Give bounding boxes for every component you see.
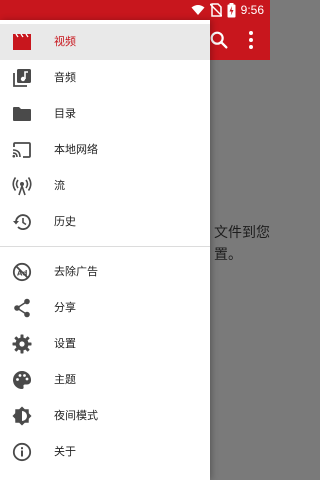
no-ads-icon: Ad [12, 262, 32, 282]
cast-icon [12, 140, 32, 160]
wifi-icon [191, 5, 205, 15]
palette-icon [12, 370, 32, 390]
drawer-item-theme[interactable]: 主题 [0, 362, 210, 398]
night-mode-icon [12, 406, 32, 426]
drawer-item-label: 去除广告 [54, 265, 98, 278]
background-message-line2: 置。 [214, 247, 242, 263]
status-bar: 9:56 [0, 0, 270, 20]
background-message-line1: 文件到您 [214, 225, 270, 241]
drawer-item-label: 历史 [54, 215, 76, 228]
status-icons: 9:56 [191, 2, 264, 18]
drawer-item-audio[interactable]: 音频 [0, 60, 210, 96]
background-message: 文件到您 置。 [214, 222, 270, 266]
drawer-item-label: 本地网络 [54, 143, 98, 156]
history-icon [12, 212, 32, 232]
drawer-item-label: 音频 [54, 71, 76, 84]
svg-text:Ad: Ad [17, 270, 27, 278]
folder-icon [12, 104, 32, 124]
video-clapper-icon [12, 32, 32, 52]
drawer-item-settings[interactable]: 设置 [0, 326, 210, 362]
drawer-item-label: 设置 [54, 337, 76, 350]
drawer-item-remove-ads[interactable]: Ad 去除广告 [0, 254, 210, 290]
drawer-item-directories[interactable]: 目录 [0, 96, 210, 132]
info-icon [12, 442, 32, 462]
drawer-item-video[interactable]: 视频 [0, 24, 210, 60]
more-vert-icon[interactable] [248, 30, 254, 50]
drawer-item-label: 夜间模式 [54, 409, 98, 422]
drawer-item-history[interactable]: 历史 [0, 204, 210, 240]
drawer-item-share[interactable]: 分享 [0, 290, 210, 326]
drawer-item-stream[interactable]: 流 [0, 168, 210, 204]
drawer-item-label: 关于 [54, 445, 76, 458]
search-icon[interactable] [208, 29, 230, 51]
no-sim-icon [209, 3, 222, 17]
drawer-item-label: 分享 [54, 301, 76, 314]
settings-gear-icon [12, 334, 32, 354]
navigation-drawer: 视频 音频 目录 本地网络 流 历史 Ad 去除广告 分享 设置 主题 夜间模式… [0, 20, 210, 480]
battery-charging-icon [227, 2, 236, 17]
drawer-divider [0, 246, 210, 247]
drawer-item-about[interactable]: 关于 [0, 434, 210, 470]
audio-library-icon [12, 68, 32, 88]
drawer-item-label: 主题 [54, 373, 76, 386]
status-time: 9:56 [240, 3, 264, 17]
drawer-item-label: 目录 [54, 107, 76, 120]
drawer-item-label: 流 [54, 179, 65, 192]
share-icon [12, 298, 32, 318]
drawer-item-label: 视频 [54, 35, 76, 48]
drawer-item-local-network[interactable]: 本地网络 [0, 132, 210, 168]
drawer-item-night-mode[interactable]: 夜间模式 [0, 398, 210, 434]
antenna-icon [12, 176, 32, 196]
